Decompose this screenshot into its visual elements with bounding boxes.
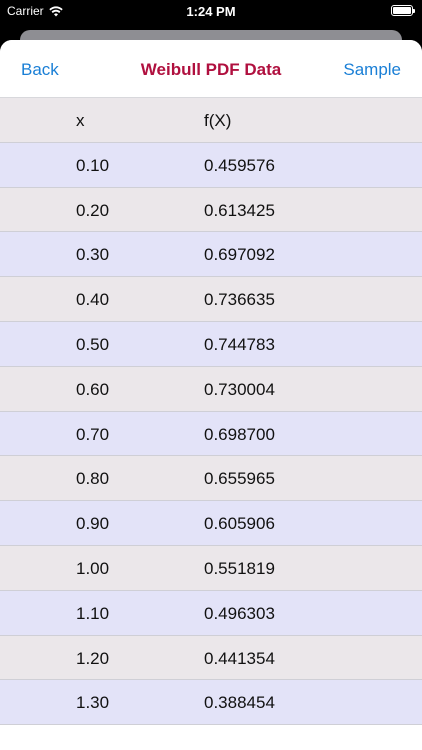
cell-x: 1.20 [76,648,110,668]
sample-button[interactable]: Sample [343,60,401,80]
header-x: x [76,111,85,130]
cell-x: 0.20 [76,200,110,220]
cell-x: 0.90 [76,514,110,534]
cell-fx: 0.730004 [204,379,275,399]
table-row[interactable]: 1.00 0.551819 [0,545,422,591]
table-row[interactable]: 0.30 0.697092 [0,232,422,278]
table-row[interactable]: 1.20 0.441354 [0,635,422,681]
navigation-bar: Back Weibull PDF Data Sample [0,40,422,98]
cell-fx: 0.441354 [204,648,275,668]
cell-fx: 0.496303 [204,603,275,623]
cell-x: 1.00 [76,558,110,578]
table-row[interactable]: 0.90 0.605906 [0,501,422,546]
table-row[interactable]: 0.50 0.744783 [0,321,422,367]
cell-fx: 0.698700 [204,424,275,444]
status-bar: Carrier 1:24 PM [0,0,422,24]
cell-fx: 0.736635 [204,290,275,310]
cell-x: 0.40 [76,290,110,310]
cell-x: 0.50 [76,334,110,354]
status-time: 1:24 PM [186,4,236,19]
cell-x: 0.30 [76,245,110,265]
table-row[interactable]: 1.10 0.496303 [0,590,422,636]
cell-fx: 0.388454 [204,693,275,713]
cell-fx: 0.744783 [204,334,275,354]
cell-fx: 0.551819 [204,558,275,578]
cell-x: 1.10 [76,603,110,623]
header-fx: f(X) [204,111,232,130]
table-row[interactable]: 0.60 0.730004 [0,366,422,412]
table-row[interactable]: 1.30 0.388454 [0,680,422,726]
cell-x: 0.70 [76,424,110,444]
table-row[interactable]: 0.70 0.698700 [0,411,422,457]
modal-sheet: Back Weibull PDF Data Sample x f(X) 0.10… [0,40,422,750]
cell-fx: 0.697092 [204,245,275,265]
cell-fx: 0.605906 [204,514,275,534]
cell-x: 1.30 [76,693,110,713]
cell-fx: 0.655965 [204,469,275,489]
cell-x: 0.80 [76,469,110,489]
data-table[interactable]: x f(X) 0.10 0.459576 0.20 0.613425 0.30 0.697… [0,98,422,726]
cell-x: 0.60 [76,379,110,399]
cell-fx: 0.459576 [204,155,275,175]
cell-fx: 0.613425 [204,200,275,220]
table-row[interactable]: 0.80 0.655965 [0,456,422,502]
table-row[interactable]: 0.10 0.459576 [0,142,422,188]
table-row[interactable]: 0.40 0.736635 [0,277,422,322]
table-header-row: x f(X) [0,98,422,143]
table-row[interactable]: 0.20 0.613425 [0,187,422,233]
cell-x: 0.10 [76,155,110,175]
battery-icon [391,5,415,16]
